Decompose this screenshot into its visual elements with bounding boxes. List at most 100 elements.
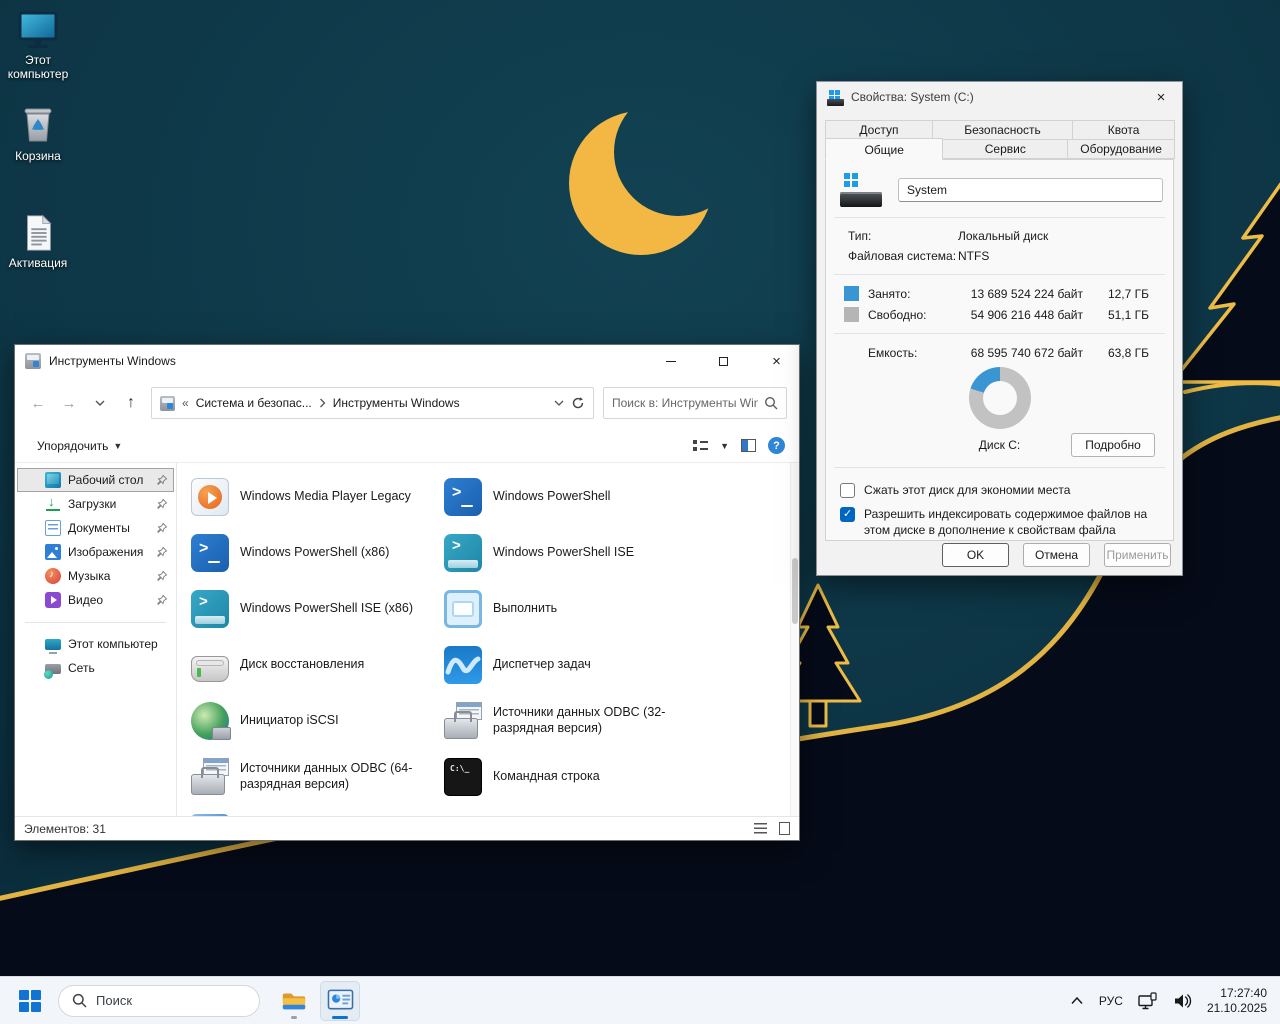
sidebar-item-pictures[interactable]: Изображения bbox=[17, 540, 174, 564]
address-dropdown-icon[interactable] bbox=[554, 400, 564, 406]
search-box[interactable]: Поиск в: Инструменты Win... bbox=[603, 387, 787, 419]
index-checkbox[interactable] bbox=[840, 507, 855, 523]
recent-locations-button[interactable] bbox=[89, 392, 111, 414]
volume-icon[interactable] bbox=[1173, 993, 1192, 1009]
view-options-icon[interactable] bbox=[693, 439, 709, 453]
explorer-titlebar[interactable]: Инструменты Windows × bbox=[15, 345, 799, 377]
tools-item[interactable]: Диск восстановления bbox=[191, 637, 444, 693]
active-app-taskbar-button[interactable] bbox=[320, 980, 360, 1021]
sidebar-item-label: Музыка bbox=[68, 569, 111, 583]
crescent-moon bbox=[520, 60, 780, 320]
this-pc-icon bbox=[18, 11, 58, 48]
used-space-bytes: 13 689 524 224 байт bbox=[970, 286, 1083, 301]
up-button[interactable]: ↑ bbox=[120, 392, 142, 414]
tab-tools[interactable]: Сервис bbox=[942, 139, 1069, 159]
sidebar-item-this-pc[interactable]: Этот компьютер bbox=[17, 632, 174, 656]
tools-item-label: Windows PowerShell (x86) bbox=[240, 545, 390, 560]
compress-checkbox[interactable] bbox=[840, 483, 855, 498]
scrollbar-thumb[interactable] bbox=[792, 558, 798, 624]
tools-item[interactable]: Выполнить bbox=[444, 581, 697, 637]
maximize-button[interactable] bbox=[701, 345, 746, 377]
details-button[interactable]: Подробно bbox=[1071, 433, 1155, 457]
tools-item[interactable]: Windows PowerShell ISE (x86) bbox=[191, 581, 444, 637]
pin-icon bbox=[157, 498, 168, 509]
tab-security[interactable]: Безопасность bbox=[931, 120, 1074, 140]
task-manager-icon bbox=[444, 646, 482, 684]
address-bar[interactable]: « Система и безопас... Инструменты Windo… bbox=[151, 387, 594, 419]
sidebar-item-network[interactable]: Сеть bbox=[17, 656, 174, 680]
file-explorer-taskbar-button[interactable] bbox=[274, 981, 314, 1021]
document-icon bbox=[27, 214, 52, 251]
minimize-icon bbox=[665, 360, 676, 362]
start-button[interactable] bbox=[10, 981, 50, 1021]
divider bbox=[834, 217, 1165, 218]
divider bbox=[834, 333, 1165, 334]
tools-item[interactable]: Инициатор iSCSI bbox=[191, 693, 444, 749]
refresh-icon[interactable] bbox=[571, 396, 585, 410]
tray-chevron-up-icon[interactable] bbox=[1070, 996, 1084, 1005]
index-checkbox-row[interactable]: Разрешить индексировать содержимое файло… bbox=[826, 500, 1173, 540]
pin-icon bbox=[157, 474, 168, 485]
thumbnail-view-icon[interactable] bbox=[779, 822, 790, 835]
help-icon[interactable]: ? bbox=[768, 437, 785, 454]
view-caret-icon[interactable]: ▼ bbox=[720, 441, 729, 451]
tools-item[interactable] bbox=[191, 805, 444, 816]
tab-access[interactable]: Доступ bbox=[825, 120, 933, 140]
network-tray-icon[interactable] bbox=[1138, 991, 1158, 1010]
free-space-label: Свободно: bbox=[868, 307, 927, 322]
tab-quota[interactable]: Квота bbox=[1072, 120, 1175, 140]
forward-button[interactable]: → bbox=[58, 392, 80, 414]
breadcrumb-parent[interactable]: Система и безопас... bbox=[196, 396, 312, 410]
scrollbar[interactable] bbox=[790, 463, 799, 816]
recycle-bin-icon bbox=[24, 108, 52, 142]
dialog-close-button[interactable]: × bbox=[1140, 82, 1182, 112]
tools-item[interactable]: Диспетчер задач bbox=[444, 637, 697, 693]
clock-date: 21.10.2025 bbox=[1206, 1000, 1267, 1015]
used-space-label: Занято: bbox=[868, 286, 911, 301]
taskbar-search[interactable]: Поиск bbox=[58, 984, 260, 1017]
tools-item[interactable]: Командная строка bbox=[444, 749, 697, 805]
tools-item[interactable]: Источники данных ODBC (64-разрядная верс… bbox=[191, 749, 444, 805]
details-button-label: Подробно bbox=[1085, 438, 1141, 452]
tools-item[interactable]: Источники данных ODBC (32-разрядная верс… bbox=[444, 693, 697, 749]
sidebar-item-documents[interactable]: Документы bbox=[17, 516, 174, 540]
minimize-button[interactable] bbox=[648, 345, 693, 377]
tools-item-label: Источники данных ODBC (64-разрядная верс… bbox=[240, 761, 413, 791]
sidebar-item-videos[interactable]: Видео bbox=[17, 588, 174, 612]
back-button[interactable]: ← bbox=[27, 392, 49, 414]
dialog-titlebar[interactable]: Свойства: System (C:) × bbox=[817, 82, 1182, 112]
compress-checkbox-row[interactable]: Сжать этот диск для экономии места bbox=[826, 476, 1173, 500]
breadcrumb-overflow[interactable]: « bbox=[182, 396, 189, 410]
volume-label-field[interactable] bbox=[898, 178, 1163, 202]
recovery-drive-icon bbox=[191, 655, 229, 682]
sidebar-item-label: Изображения bbox=[68, 545, 144, 559]
clock-time: 17:27:40 bbox=[1220, 985, 1267, 1000]
sidebar-item-desktop[interactable]: Рабочий стол bbox=[17, 468, 174, 492]
language-indicator[interactable]: РУС bbox=[1099, 994, 1123, 1008]
desktop-icon-this-pc[interactable]: Этот компьютер bbox=[1, 7, 75, 82]
location-icon bbox=[160, 395, 175, 411]
tab-general[interactable]: Общие bbox=[825, 138, 944, 160]
tools-item[interactable]: Windows Media Player Legacy bbox=[191, 469, 444, 525]
apply-button[interactable]: Применить bbox=[1104, 543, 1171, 567]
tools-item[interactable]: Windows PowerShell (x86) bbox=[191, 525, 444, 581]
breadcrumb-current[interactable]: Инструменты Windows bbox=[333, 396, 460, 410]
close-button[interactable]: × bbox=[754, 345, 799, 377]
sidebar-item-downloads[interactable]: Загрузки bbox=[17, 492, 174, 516]
organize-button[interactable]: Упорядочить ▼ bbox=[37, 439, 122, 453]
system-tray: РУС 17:27:40 21.10.2025 bbox=[1070, 986, 1280, 1016]
cancel-button[interactable]: Отмена bbox=[1023, 543, 1090, 567]
details-view-icon[interactable] bbox=[754, 823, 767, 834]
tools-item[interactable]: Windows PowerShell bbox=[444, 469, 697, 525]
sidebar-item-music[interactable]: Музыка bbox=[17, 564, 174, 588]
desktop-icon-activation[interactable]: Активация bbox=[1, 212, 75, 271]
desktop-icon-recycle-bin[interactable]: Корзина bbox=[1, 103, 75, 164]
taskbar-clock[interactable]: 17:27:40 21.10.2025 bbox=[1207, 986, 1267, 1016]
tools-item[interactable]: Windows PowerShell ISE bbox=[444, 525, 697, 581]
tools-item[interactable]: Локальная политика bbox=[444, 805, 697, 816]
odbc-icon bbox=[444, 702, 482, 740]
tab-hardware[interactable]: Оборудование bbox=[1067, 139, 1175, 159]
preview-pane-icon[interactable] bbox=[741, 439, 756, 452]
maximize-icon bbox=[719, 356, 728, 366]
ok-button[interactable]: OK bbox=[942, 543, 1009, 567]
